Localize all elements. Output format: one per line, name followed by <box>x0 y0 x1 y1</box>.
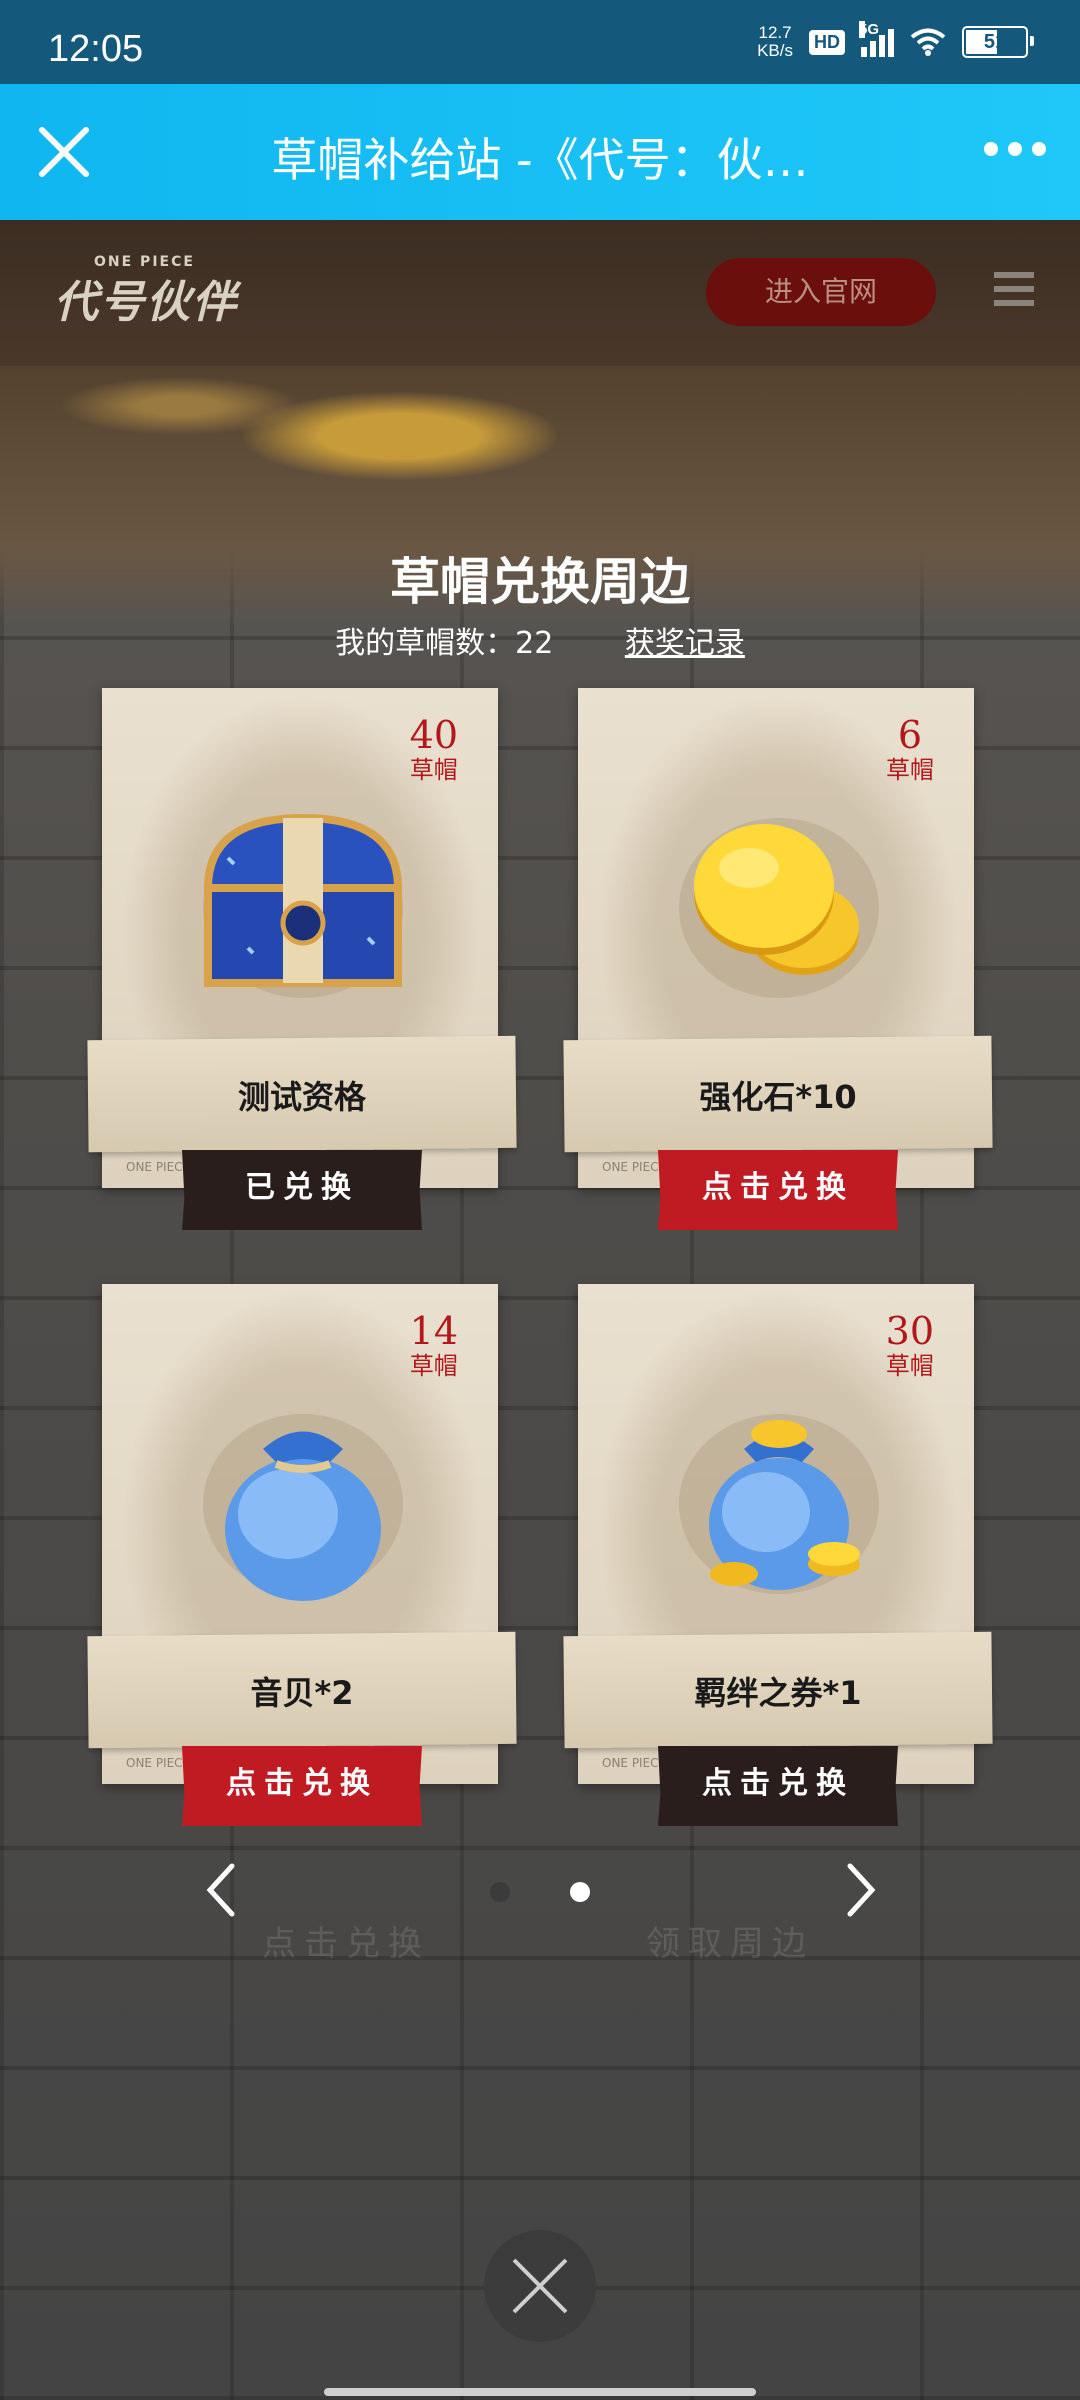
status-icons: 12.7 KB/s HD 5G 51 <box>757 21 1034 60</box>
reward-card: 30 草帽 羁绊之券*1 ONE PIECE 点击兑换 <box>563 1284 993 1844</box>
redeem-button[interactable]: 点击兑换 <box>182 1746 422 1826</box>
reward-name: 测试资格 <box>237 1078 366 1116</box>
hat-count: 我的草帽数：22 <box>335 626 554 661</box>
coin-pouch-icon <box>679 1414 879 1594</box>
prize-record-link[interactable]: 获奖记录 <box>625 626 745 661</box>
battery-icon: 51 <box>962 26 1034 58</box>
page-dot-1[interactable] <box>490 1882 510 1902</box>
game-logo[interactable]: ONE PIECE 代号伙伴 <box>54 254 238 330</box>
section-title: 草帽兑换周边 <box>390 552 690 611</box>
treasure-chest-icon <box>203 813 403 998</box>
price-value: 40 <box>409 713 458 757</box>
price: 30 草帽 <box>886 1312 934 1378</box>
close-popup-button[interactable] <box>484 2230 596 2342</box>
official-site-button[interactable]: 进入官网 <box>706 258 936 326</box>
more-icon[interactable] <box>984 142 1046 156</box>
page-content: ONE PIECE 代号伙伴 进入官网 草帽兑换周边 我的草帽数：22 获奖记录… <box>0 220 1080 2400</box>
nav-bar: 草帽补给站 -《代号：伙… <box>0 84 1080 220</box>
price: 6 草帽 <box>886 716 934 782</box>
card-footer-text: ONE PIECE <box>602 1756 667 1770</box>
blue-pouch-icon <box>203 1414 403 1601</box>
logo-text: 代号伙伴 <box>54 277 238 328</box>
price-value: 6 <box>897 713 923 757</box>
redeem-button[interactable]: 点击兑换 <box>658 1150 898 1230</box>
home-indicator[interactable] <box>324 2388 756 2396</box>
card-footer-text: ONE PIECE <box>126 1756 191 1770</box>
menu-icon[interactable] <box>994 272 1034 314</box>
background-text: 领取周边 <box>646 1924 814 1964</box>
card-footer-text: ONE PIECE <box>602 1160 667 1174</box>
reward-name: 音贝*2 <box>250 1674 354 1712</box>
network-speed-unit: KB/s <box>757 41 793 60</box>
price-unit: 草帽 <box>409 756 458 784</box>
close-icon <box>512 2258 568 2314</box>
gold-coins-icon <box>679 818 879 998</box>
battery-level: 51 <box>983 31 1007 53</box>
page-title: 草帽补给站 -《代号：伙… <box>271 133 809 187</box>
hd-icon: HD <box>809 29 845 55</box>
background-text: 点击兑换 <box>262 1924 430 1964</box>
network-speed: 12.7 KB/s <box>757 24 793 60</box>
price-unit: 草帽 <box>409 1352 458 1380</box>
hat-count-row: 我的草帽数：22 获奖记录 <box>0 618 1080 662</box>
next-page-arrow-icon[interactable] <box>840 1860 880 1920</box>
price-value: 14 <box>409 1309 458 1353</box>
close-icon[interactable] <box>34 122 94 182</box>
price: 14 草帽 <box>410 1312 458 1378</box>
reward-card: 40 草帽 测试资格 ONE PIECE 已兑换 <box>87 688 517 1248</box>
price-unit: 草帽 <box>885 1352 934 1380</box>
signal-icon: 5G <box>859 21 894 57</box>
reward-card: 14 草帽 音贝*2 ONE PIECE 点击兑换 <box>87 1284 517 1844</box>
wifi-icon <box>910 28 946 56</box>
reward-name: 羁绊之券*1 <box>694 1674 862 1712</box>
network-speed-value: 12.7 <box>758 23 792 42</box>
reward-card: 6 草帽 强化石*10 ONE PIECE 点击兑换 <box>563 688 993 1248</box>
redeem-button[interactable]: 点击兑换 <box>658 1746 898 1826</box>
logo-top-text: ONE PIECE <box>94 254 195 270</box>
status-time: 12:05 <box>48 28 144 70</box>
site-header: ONE PIECE 代号伙伴 进入官网 <box>0 220 1080 366</box>
card-footer-text: ONE PIECE <box>126 1160 191 1174</box>
price: 40 草帽 <box>410 716 458 782</box>
reward-name: 强化石*10 <box>699 1078 857 1116</box>
page-dot-2[interactable] <box>570 1882 590 1902</box>
previous-page-arrow-icon[interactable] <box>202 1860 242 1920</box>
network-type: 5G <box>859 21 880 38</box>
price-unit: 草帽 <box>886 756 934 784</box>
status-bar: 12:05 12.7 KB/s HD 5G 51 <box>0 0 1080 84</box>
price-value: 30 <box>885 1309 934 1353</box>
redeemed-button[interactable]: 已兑换 <box>182 1150 422 1230</box>
